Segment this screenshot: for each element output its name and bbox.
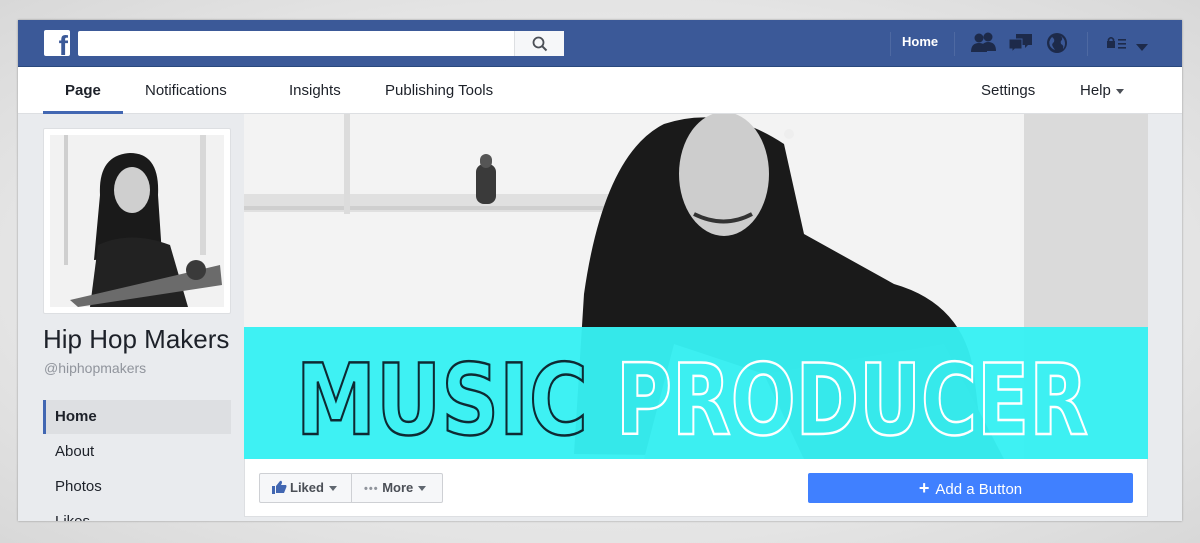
add-a-button-label: Add a Button [935,481,1023,498]
facebook-logo-icon[interactable]: f [44,30,70,56]
cover-photo[interactable]: MUSIC PRODUCER [244,114,1148,459]
globe-icon[interactable] [1046,32,1068,59]
topbar-divider [890,32,891,56]
page-navigation: Page Notifications Insights Publishing T… [18,67,1182,114]
caret-down-icon [418,486,427,492]
home-link[interactable]: Home [902,34,938,49]
thumbs-up-icon [272,480,287,494]
messages-icon[interactable] [1008,32,1034,59]
add-a-button[interactable]: + Add a Button [808,473,1133,503]
cover-title-graphic: MUSIC PRODUCER [295,343,1090,459]
more-label: More [382,480,414,495]
profile-picture-frame[interactable] [43,128,231,314]
help-menu[interactable]: Help [1080,67,1124,114]
search-bar [78,31,564,56]
caret-down-icon [1115,88,1124,94]
friends-icon[interactable] [971,32,997,59]
search-button[interactable] [514,31,564,56]
page-name[interactable]: Hip Hop Makers [43,324,229,355]
tab-publishing-tools[interactable]: Publishing Tools [385,67,493,114]
plus-icon: + [918,478,930,498]
lock-menu-icon[interactable] [1106,36,1128,55]
sidebar-item-likes[interactable]: Likes [43,505,231,521]
cover-word-producer: PRODUCER [616,344,1088,458]
search-icon [532,36,548,52]
page-action-bar: Liked ••• More + Add a Button [244,459,1148,517]
liked-label: Liked [290,480,324,495]
page-handle[interactable]: @hiphopmakers [44,360,146,376]
sidebar-item-about[interactable]: About [43,435,231,469]
help-label: Help [1080,82,1111,99]
tab-page[interactable]: Page [65,67,101,114]
facebook-logo-letter: f [58,30,68,57]
tab-insights[interactable]: Insights [289,67,341,114]
top-navigation-bar: f Home [18,20,1182,67]
profile-picture [50,135,224,307]
settings-link[interactable]: Settings [981,67,1035,114]
caret-down-icon [328,486,337,492]
liked-button[interactable]: Liked [259,473,352,503]
active-tab-indicator [43,111,123,114]
more-button[interactable]: ••• More [351,473,443,503]
browser-window: f Home Page Notifications Insights Publi… [18,20,1182,521]
topbar-divider [954,32,955,56]
topbar-divider [1087,32,1088,56]
chevron-down-icon[interactable] [1136,39,1148,57]
cover-word-music: MUSIC [296,344,588,458]
sidebar-item-photos[interactable]: Photos [43,470,231,504]
more-dots-icon: ••• [364,483,379,495]
sidebar-item-home[interactable]: Home [43,400,231,434]
tab-notifications[interactable]: Notifications [145,67,227,114]
search-input[interactable] [78,31,514,56]
